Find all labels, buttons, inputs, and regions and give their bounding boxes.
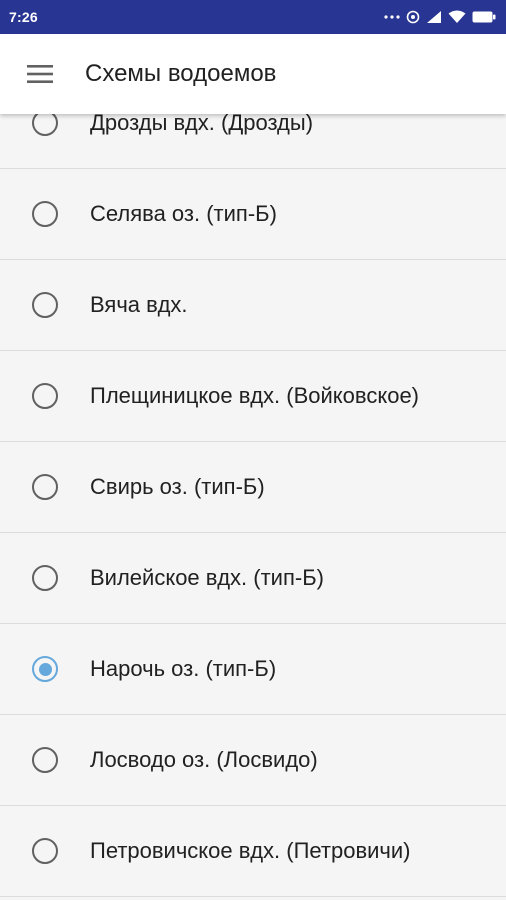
reservoir-label: Вилейское вдх. (тип-Б) <box>90 565 324 590</box>
reservoir-list-item[interactable]: Вилейское вдх. (тип-Б) <box>0 533 506 624</box>
reservoir-list-item[interactable]: Вяча вдх. <box>0 260 506 351</box>
reservoir-list-item[interactable]: Лосводо оз. (Лосвидо) <box>0 715 506 806</box>
radio-button-checked[interactable] <box>32 656 58 682</box>
page-title: Схемы водоемов <box>85 60 277 87</box>
screen: 7:26 Схемы водоемов Дрозды вдх. (Дрозды)… <box>0 0 506 900</box>
reservoir-label: Селява оз. (тип-Б) <box>90 201 277 226</box>
radio-button[interactable] <box>32 292 58 318</box>
status-bar: 7:26 <box>0 0 506 34</box>
radio-button[interactable] <box>32 383 58 409</box>
reservoir-label: Петровичское вдх. (Петровичи) <box>90 838 411 863</box>
signal-icon <box>426 10 442 24</box>
reservoir-label: Вяча вдх. <box>90 292 188 317</box>
reservoir-label: Лосводо оз. (Лосвидо) <box>90 747 318 772</box>
reservoir-list: Дрозды вдх. (Дрозды) Селява оз. (тип-Б) Вя… <box>0 78 506 897</box>
radio-button[interactable] <box>32 838 58 864</box>
radio-dot <box>38 662 52 676</box>
more-dots-icon <box>384 14 400 20</box>
reservoir-list-item[interactable]: Свирь оз. (тип-Б) <box>0 442 506 533</box>
hotspot-icon <box>406 10 420 24</box>
radio-button[interactable] <box>32 565 58 591</box>
status-icons <box>384 10 496 24</box>
radio-button[interactable] <box>32 201 58 227</box>
reservoir-label: Свирь оз. (тип-Б) <box>90 474 265 499</box>
app-bar: Схемы водоемов <box>0 34 506 114</box>
reservoir-label: Плещиницкое вдх. (Войковское) <box>90 383 420 408</box>
wifi-icon <box>448 10 466 24</box>
status-time: 7:26 <box>9 9 38 25</box>
reservoir-list-item[interactable]: Селява оз. (тип-Б) <box>0 169 506 260</box>
radio-button[interactable] <box>32 747 58 773</box>
hamburger-menu-icon[interactable] <box>20 54 60 94</box>
reservoir-label: Нарочь оз. (тип-Б) <box>90 656 277 681</box>
battery-icon <box>472 11 496 23</box>
radio-button[interactable] <box>32 474 58 500</box>
reservoir-list-item[interactable]: Плещиницкое вдх. (Войковское) <box>0 351 506 442</box>
reservoir-list-item[interactable]: Петровичское вдх. (Петровичи) <box>0 806 506 897</box>
reservoir-list-item[interactable]: Нарочь оз. (тип-Б) <box>0 624 506 715</box>
